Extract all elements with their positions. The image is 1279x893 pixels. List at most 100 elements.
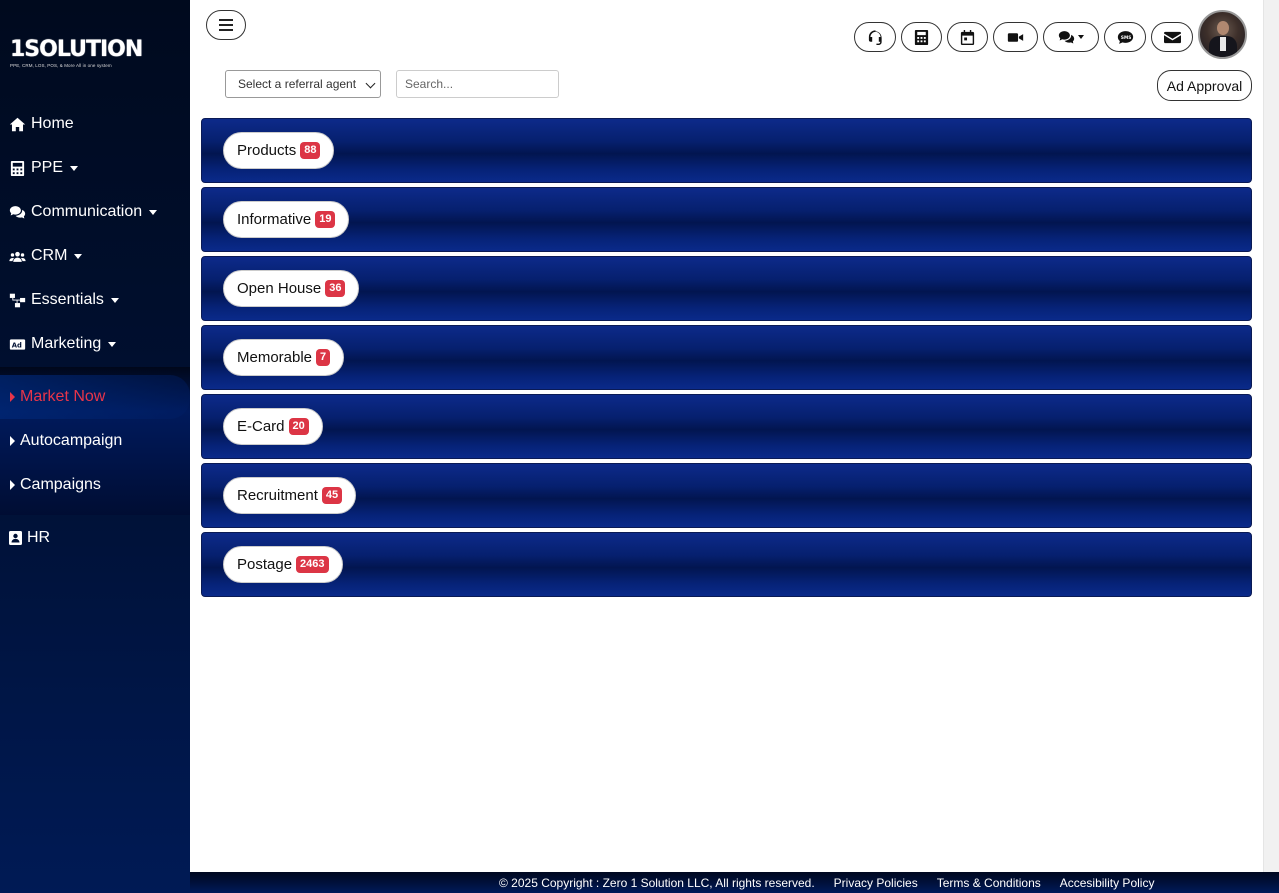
category-pill[interactable]: Products 88 xyxy=(223,132,335,169)
sidebar-item-label: HR xyxy=(27,529,51,546)
comments-icon xyxy=(9,205,26,218)
category-label: Open House xyxy=(237,280,322,297)
category-pill[interactable]: Informative 19 xyxy=(223,201,350,238)
sidebar-item-label: Communication xyxy=(31,203,143,220)
envelope-icon xyxy=(1163,31,1181,43)
category-bar-e-card[interactable]: E-Card 20 xyxy=(201,394,1252,459)
sms-button[interactable]: SMS xyxy=(1104,22,1146,52)
sidebar-item-label: CRM xyxy=(31,247,68,264)
sidebar: 1SOLUTION PPE, CRM, LOS, POS, & More All… xyxy=(0,0,190,893)
sidebar-item-ppe[interactable]: PPE xyxy=(0,146,190,190)
video-call-button[interactable] xyxy=(993,22,1038,52)
sitemap-icon xyxy=(9,293,26,307)
count-badge: 88 xyxy=(300,142,321,159)
submenu-item-autocampaign[interactable]: Autocampaign xyxy=(0,419,190,463)
submenu-item-label: Autocampaign xyxy=(20,432,123,449)
search-input[interactable] xyxy=(396,70,559,98)
calendar-button[interactable] xyxy=(947,22,988,52)
accessibility-policy-link[interactable]: Accesibility Policy xyxy=(1060,876,1155,890)
sidebar-item-label: Essentials xyxy=(31,291,104,308)
sidebar-nav: Home PPE Communication CRM Essentials Ad… xyxy=(0,102,190,366)
chevron-down-icon xyxy=(70,165,79,171)
sidebar-item-label: Home xyxy=(31,115,74,132)
count-badge: 20 xyxy=(288,418,309,435)
sidebar-item-marketing[interactable]: Ad Marketing xyxy=(0,322,190,366)
terms-conditions-link[interactable]: Terms & Conditions xyxy=(937,876,1041,890)
referral-agent-select[interactable]: Select a referral agent xyxy=(225,70,381,98)
svg-text:SMS: SMS xyxy=(1120,35,1130,41)
privacy-policies-link[interactable]: Privacy Policies xyxy=(834,876,918,890)
calendar-icon xyxy=(960,29,975,45)
chevron-down-icon xyxy=(74,253,83,259)
chat-dropdown-button[interactable] xyxy=(1043,22,1099,52)
sidebar-item-label: PPE xyxy=(31,159,64,176)
logo[interactable]: 1SOLUTION PPE, CRM, LOS, POS, & More All… xyxy=(10,37,143,74)
avatar-head xyxy=(1217,21,1229,35)
category-pill[interactable]: E-Card 20 xyxy=(223,408,323,445)
category-pill[interactable]: Memorable 7 xyxy=(223,339,345,376)
category-label: Informative xyxy=(237,211,312,228)
count-badge: 45 xyxy=(321,487,343,504)
sidebar-item-hr[interactable]: HR xyxy=(0,516,190,560)
category-label: Memorable xyxy=(237,349,313,366)
category-bar-informative[interactable]: Informative 19 xyxy=(201,187,1252,252)
user-avatar[interactable] xyxy=(1198,10,1247,59)
vertical-scrollbar[interactable] xyxy=(1263,0,1279,872)
sidebar-item-label: Marketing xyxy=(31,335,102,352)
category-pill[interactable]: Recruitment 45 xyxy=(223,477,357,514)
top-toolbar: SMS xyxy=(854,22,1193,52)
caret-right-icon xyxy=(10,436,15,446)
marketing-submenu: Market Now Autocampaign Campaigns xyxy=(0,367,190,515)
users-icon xyxy=(9,251,26,262)
home-icon xyxy=(9,117,26,131)
submenu-item-market-now[interactable]: Market Now xyxy=(0,375,190,419)
ad-approval-button[interactable]: Ad Approval xyxy=(1157,70,1252,101)
copyright-text: © 2025 Copyright : Zero 1 Solution LLC, … xyxy=(499,875,815,890)
calculator-icon xyxy=(914,29,929,45)
support-button[interactable] xyxy=(854,22,896,52)
footer: © 2025 Copyright : Zero 1 Solution LLC, … xyxy=(190,872,1279,893)
count-badge: 2463 xyxy=(296,556,329,573)
chevron-down-icon xyxy=(149,209,158,215)
submenu-item-label: Market Now xyxy=(20,388,106,405)
chevron-down-icon xyxy=(365,78,376,89)
sidebar-item-home[interactable]: Home xyxy=(0,102,190,146)
count-badge: 36 xyxy=(325,280,346,297)
category-pill[interactable]: Open House 36 xyxy=(223,270,360,307)
calculator-icon xyxy=(10,160,25,176)
category-label: Products xyxy=(237,142,297,159)
submenu-item-campaigns[interactable]: Campaigns xyxy=(0,463,190,507)
id-badge-icon xyxy=(9,531,22,545)
category-bar-open-house[interactable]: Open House 36 xyxy=(201,256,1252,321)
hamburger-icon xyxy=(219,24,233,26)
ad-icon: Ad xyxy=(9,338,26,350)
category-bar-recruitment[interactable]: Recruitment 45 xyxy=(201,463,1252,528)
menu-toggle-button[interactable] xyxy=(206,10,246,40)
logo-text: 1SOLUTION xyxy=(10,37,143,62)
email-button[interactable] xyxy=(1151,22,1193,52)
category-list: Products 88 Informative 19 Open House 36… xyxy=(201,118,1252,601)
submenu-item-label: Campaigns xyxy=(20,476,101,493)
headset-icon xyxy=(868,29,882,45)
chevron-down-icon xyxy=(110,297,119,303)
category-label: Postage xyxy=(237,556,293,573)
sidebar-item-communication[interactable]: Communication xyxy=(0,190,190,234)
category-bar-products[interactable]: Products 88 xyxy=(201,118,1252,183)
video-icon xyxy=(1007,32,1024,42)
caret-right-icon xyxy=(10,392,15,402)
category-bar-memorable[interactable]: Memorable 7 xyxy=(201,325,1252,390)
category-bar-postage[interactable]: Postage 2463 xyxy=(201,532,1252,597)
sidebar-item-essentials[interactable]: Essentials xyxy=(0,278,190,322)
sidebar-item-crm[interactable]: CRM xyxy=(0,234,190,278)
avatar-shirt xyxy=(1220,37,1226,51)
caret-right-icon xyxy=(10,480,15,490)
count-badge: 19 xyxy=(315,211,336,228)
category-label: Recruitment xyxy=(237,487,318,504)
chevron-down-icon xyxy=(1078,35,1084,39)
category-pill[interactable]: Postage 2463 xyxy=(223,546,343,583)
logo-tagline: PPE, CRM, LOS, POS, & More All in one sy… xyxy=(10,63,112,68)
referral-agent-select-value: Select a referral agent xyxy=(238,77,357,91)
calculator-button[interactable] xyxy=(901,22,942,52)
sms-icon: SMS xyxy=(1117,30,1133,44)
chevron-down-icon xyxy=(108,341,117,347)
